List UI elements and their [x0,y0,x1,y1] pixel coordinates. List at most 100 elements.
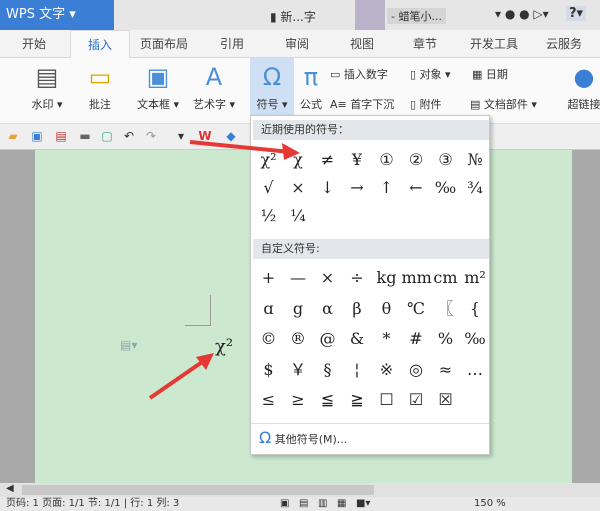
zoom-level[interactable]: 150 % [474,497,506,511]
symbol-cell[interactable]: @ [313,325,342,353]
symbol-cell[interactable]: ‰ [461,325,490,353]
symbol-cell[interactable]: mm [402,264,432,292]
hyperlink-button[interactable]: ● 超链接 [564,62,600,112]
symbol-cell[interactable]: { [461,295,490,323]
symbol-cell[interactable]: ￥ [284,356,313,384]
symbol-cell[interactable]: 〖 [431,295,460,323]
textbox-button[interactable]: ▣ 文本框 ▾ [130,62,186,112]
wps-icon[interactable]: W [198,129,212,143]
symbol-cell[interactable]: ☒ [431,386,460,414]
comment-button[interactable]: ▭ 批注 [82,62,118,112]
symbol-cell[interactable]: ☐ [372,386,401,414]
pdf-icon[interactable]: ▤ [54,129,68,143]
watermark-button[interactable]: ▤ 水印 ▾ [22,62,72,112]
symbol-cell[interactable]: m² [461,264,490,292]
symbol-cell[interactable]: ɑ [254,295,283,323]
symbol-cell[interactable]: № [461,146,490,174]
tab-section[interactable]: 章节 [403,30,447,58]
symbol-cell[interactable]: ① [372,146,401,174]
object-button[interactable]: ▯ 对象 ▾ [410,66,451,82]
symbol-cell[interactable]: ≠ [313,146,342,174]
view-buttons[interactable]: ▣ ▤ ▥ ▦ ■▾ [280,497,370,511]
symbol-cell[interactable]: × [284,174,313,202]
symbol-cell[interactable]: ≥ [284,386,313,414]
docparts-button[interactable]: ▤ 文档部件 ▾ [470,96,537,112]
symbol-cell[interactable]: χ² [254,146,283,174]
tab-insert[interactable]: 插入 [70,30,130,58]
insert-number-button[interactable]: ▭ 插入数字 [330,66,388,82]
symbol-cell[interactable]: χ [284,146,313,174]
tab-page-layout[interactable]: 页面布局 [134,30,194,58]
symbol-cell[interactable]: ® [284,325,313,353]
symbol-cell[interactable]: g [284,295,313,323]
doc-tab[interactable]: ▮ 新...字 [270,8,316,25]
more-symbols-button[interactable]: Ω 其他符号(M)... [259,428,347,450]
symbol-cell[interactable]: ≈ [431,356,460,384]
symbol-cell[interactable]: § [313,356,342,384]
symbol-cell[interactable]: * [372,325,401,353]
symbol-button[interactable]: Ω 符号 ▾ [250,58,294,122]
symbol-cell[interactable]: © [254,325,283,353]
symbol-cell[interactable]: ¦ [343,356,372,384]
symbol-cell[interactable]: → [343,174,372,202]
symbol-cell[interactable]: ← [402,174,431,202]
symbol-cell[interactable]: % [431,325,460,353]
app-menu-button[interactable]: WPS 文字 ▾ [0,0,114,30]
symbol-cell[interactable]: & [343,325,372,353]
symbol-cell[interactable]: ½ [254,202,283,230]
symbol-cell[interactable]: + [254,264,283,292]
redo-icon[interactable]: ↷ [144,129,158,143]
symbol-cell[interactable]: × [313,264,342,292]
symbol-cell[interactable]: kg [372,264,401,292]
paste-options-icon[interactable]: ▤▾ [120,338,137,352]
tab-references[interactable]: 引用 [210,30,254,58]
symbol-cell[interactable]: ¼ [284,202,313,230]
save-icon[interactable]: ▣ [30,129,44,143]
symbol-cell[interactable]: … [461,356,490,384]
symbol-cell[interactable]: α [313,295,342,323]
symbol-cell[interactable]: θ [372,295,401,323]
symbol-cell[interactable]: ↑ [372,174,401,202]
title-icons[interactable]: ▾ ● ● ▷▾ [495,7,549,21]
symbol-cell[interactable]: ◎ [402,356,431,384]
symbol-cell[interactable]: — [284,264,313,292]
help-button[interactable]: ?▾ [566,6,587,21]
symbol-cell[interactable]: ¥ [343,146,372,174]
symbol-cell[interactable]: $ [254,356,283,384]
symbol-cell[interactable]: √ [254,174,283,202]
scrollbar-thumb[interactable] [22,485,374,495]
symbol-cell[interactable]: ↓ [313,174,342,202]
formula-button[interactable]: π 公式 [296,62,326,112]
avatar[interactable] [355,0,385,30]
tab-developer[interactable]: 开发工具 [462,30,526,58]
tab-review[interactable]: 审阅 [275,30,319,58]
symbol-cell[interactable]: ÷ [343,264,372,292]
symbol-cell[interactable]: ≧ [343,386,372,414]
scroll-left-icon[interactable]: ◀ [6,483,14,494]
horizontal-scrollbar[interactable]: ◀ [0,483,600,497]
symbol-cell[interactable]: ③ [431,146,460,174]
user-name[interactable]: - 蜡笔小... [387,8,446,24]
preview-icon[interactable]: ▢ [100,129,114,143]
symbol-cell[interactable]: β [343,295,372,323]
symbol-cell[interactable]: ¾ [461,174,490,202]
wordart-button[interactable]: A 艺术字 ▾ [188,62,240,112]
dropcap-button[interactable]: A≡ 首字下沉 [330,96,394,112]
attachment-button[interactable]: ▯ 附件 [410,96,442,112]
symbol-cell[interactable]: ℃ [402,295,431,323]
symbol-cell[interactable]: ☑ [402,386,431,414]
undo-icon[interactable]: ↶ [122,129,136,143]
symbol-cell[interactable]: # [402,325,431,353]
customize-icon[interactable]: ▾ [174,129,188,143]
cube-icon[interactable]: ◆ [224,129,238,143]
symbol-cell[interactable]: ‰ [431,174,460,202]
tab-cloud[interactable]: 云服务 [536,30,592,58]
tab-view[interactable]: 视图 [340,30,384,58]
symbol-cell[interactable]: ≤ [254,386,283,414]
date-button[interactable]: ▦ 日期 [472,66,508,82]
symbol-cell[interactable]: ※ [372,356,401,384]
symbol-cell[interactable]: ② [402,146,431,174]
tab-home[interactable]: 开始 [12,30,56,58]
open-icon[interactable]: ▰ [6,129,20,143]
symbol-cell[interactable]: ≦ [313,386,342,414]
